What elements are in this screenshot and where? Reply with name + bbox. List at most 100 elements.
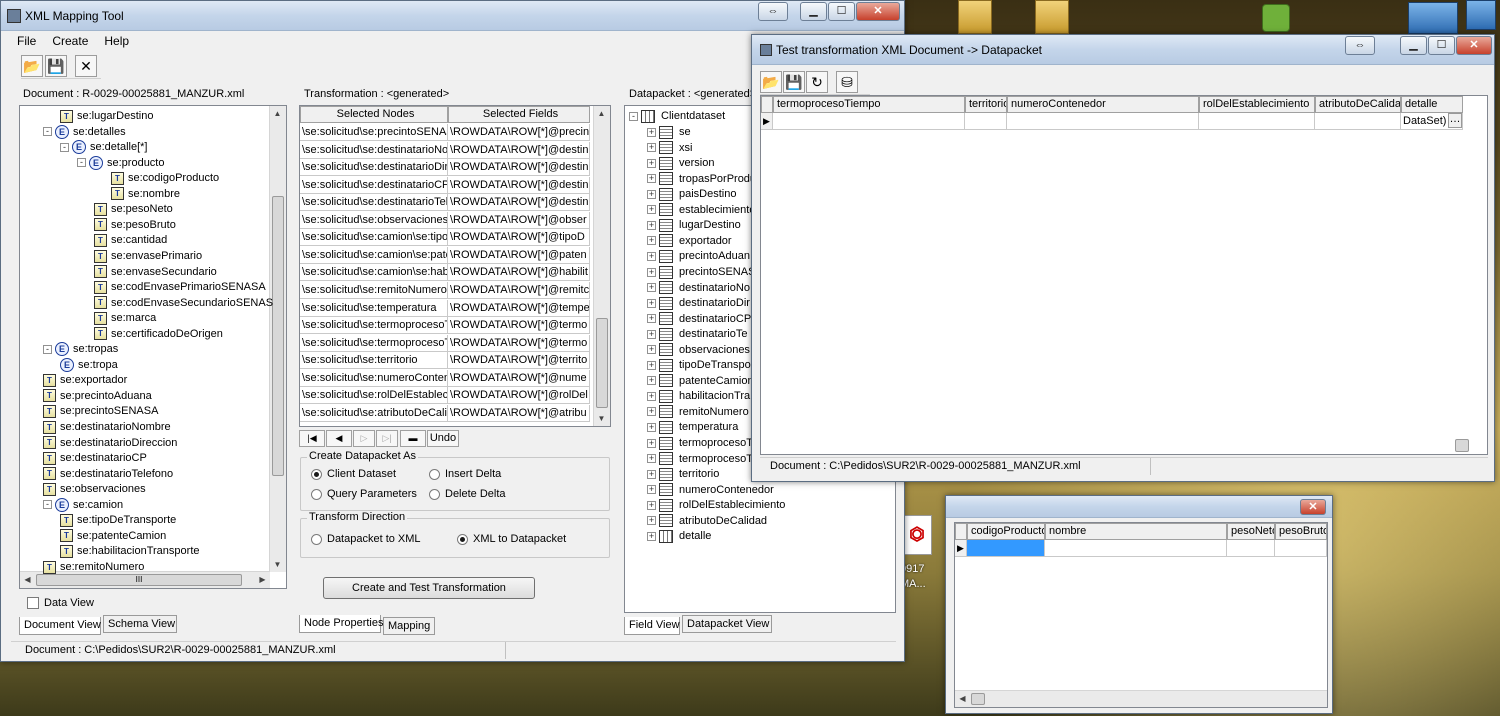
field-item[interactable]: + exportador bbox=[647, 233, 732, 249]
minimize-button[interactable]: ▁ bbox=[800, 2, 827, 21]
save-icon[interactable]: 💾 bbox=[783, 71, 805, 93]
column-header[interactable]: pesoNeto bbox=[1227, 523, 1275, 540]
maximize-button[interactable]: ☐ bbox=[828, 2, 855, 21]
column-header[interactable]: territorio bbox=[965, 96, 1007, 113]
menu-help[interactable]: Help bbox=[96, 32, 137, 48]
radio-dot[interactable] bbox=[429, 468, 440, 480]
column-header[interactable]: termoprocesoTiempo bbox=[773, 96, 965, 113]
field-item[interactable]: + temperatura bbox=[647, 419, 738, 435]
field-item[interactable]: + destinatarioNo bbox=[647, 280, 750, 296]
tree-item[interactable]: Tse:observaciones bbox=[43, 481, 146, 497]
field-item[interactable]: + habilitacionTra bbox=[647, 388, 750, 404]
field-item[interactable]: + tipoDeTranspo bbox=[647, 357, 751, 373]
close-button[interactable]: ✕ bbox=[1456, 36, 1492, 55]
mapping-field-cell[interactable]: \ROWDATA\ROW[*]@territo bbox=[448, 352, 590, 370]
expand-icon[interactable]: + bbox=[647, 158, 656, 168]
main-titlebar[interactable]: XML Mapping Tool ⇔ ▁ ☐ ✕ bbox=[1, 1, 904, 31]
grid-cell[interactable] bbox=[967, 540, 1045, 557]
collapse-icon[interactable]: - bbox=[43, 344, 52, 354]
field-item[interactable]: + precintoAduan bbox=[647, 248, 750, 264]
grid-cell[interactable] bbox=[773, 113, 965, 130]
tree-item[interactable]: Tse:destinatarioTelefono bbox=[43, 466, 173, 482]
detail-grid[interactable]: ▶ codigoProducto nombre pesoNeto pesoBruto ◀ bbox=[954, 522, 1328, 708]
tree-item[interactable]: Ese:tropa bbox=[60, 357, 118, 373]
tree-item[interactable]: Tse:patenteCamion bbox=[60, 528, 166, 544]
mapping-node-cell[interactable]: \se:solicitud\se:camion\se:pate bbox=[300, 246, 448, 264]
tree-item[interactable]: - Ese:detalles bbox=[43, 124, 126, 140]
restore-icon[interactable]: ⇔ bbox=[1345, 36, 1375, 55]
scroll-down-icon[interactable]: ▼ bbox=[270, 557, 285, 572]
mapping-field-cell[interactable]: \ROWDATA\ROW[*]@paten bbox=[448, 246, 590, 264]
expand-icon[interactable]: + bbox=[647, 454, 656, 464]
tree-item[interactable]: Tse:envaseSecundario bbox=[94, 264, 217, 280]
mapping-node-cell[interactable]: \se:solicitud\se:atributoDeCalid bbox=[300, 404, 448, 422]
collapse-icon[interactable]: - bbox=[77, 158, 86, 168]
tree-item[interactable]: - Ese:camion bbox=[43, 497, 123, 513]
expand-icon[interactable]: + bbox=[647, 251, 656, 261]
expand-icon[interactable]: + bbox=[647, 469, 656, 479]
field-item[interactable]: + establecimiento bbox=[647, 202, 755, 218]
field-item[interactable]: + rolDelEstablecimiento bbox=[647, 497, 785, 513]
column-header[interactable]: nombre bbox=[1045, 523, 1227, 540]
grid-cell[interactable] bbox=[1275, 540, 1327, 557]
mapping-node-cell[interactable]: \se:solicitud\se:destinatarioDire bbox=[300, 159, 448, 177]
tree-item[interactable]: Tse:lugarDestino bbox=[60, 108, 153, 124]
expand-icon[interactable]: + bbox=[647, 407, 656, 417]
collapse-icon[interactable]: - bbox=[629, 111, 638, 121]
delete-record-icon[interactable]: ▬ bbox=[400, 430, 426, 447]
field-item[interactable]: + xsi bbox=[647, 140, 692, 156]
mapping-node-cell[interactable]: \se:solicitud\se:territorio bbox=[300, 352, 448, 370]
menu-create[interactable]: Create bbox=[44, 32, 96, 48]
field-item[interactable]: + detalle bbox=[647, 528, 711, 544]
tree-item[interactable]: Tse:pesoNeto bbox=[94, 201, 173, 217]
expand-icon[interactable]: + bbox=[647, 516, 656, 526]
expand-icon[interactable]: + bbox=[647, 360, 656, 370]
scroll-thumb[interactable]: III bbox=[36, 574, 242, 586]
first-record-icon[interactable]: |◀ bbox=[299, 430, 325, 447]
radio-insert-delta[interactable]: Insert Delta bbox=[429, 468, 501, 480]
menu-file[interactable]: File bbox=[9, 32, 44, 48]
mapping-field-cell[interactable]: \ROWDATA\ROW[*]@destin bbox=[448, 176, 590, 194]
tree-item[interactable]: Tse:certificadoDeOrigen bbox=[94, 326, 223, 342]
close-button[interactable]: ✕ bbox=[1300, 499, 1326, 515]
column-header[interactable]: codigoProducto bbox=[967, 523, 1045, 540]
data-view-checkbox[interactable]: Data View bbox=[27, 597, 94, 610]
mapping-vscroll[interactable]: ▲ ▼ bbox=[593, 106, 610, 426]
apply-icon[interactable]: ⛁ bbox=[836, 71, 858, 93]
tree-item[interactable]: Tse:destinatarioCP bbox=[43, 450, 147, 466]
refresh-icon[interactable]: ↻ bbox=[806, 71, 828, 93]
mapping-node-cell[interactable]: \se:solicitud\se:temperatura bbox=[300, 299, 448, 317]
scroll-left-icon[interactable]: ◀ bbox=[955, 691, 970, 706]
save-icon[interactable]: 💾 bbox=[45, 55, 67, 77]
tree-item[interactable]: Tse:codEnvaseSecundarioSENAS bbox=[94, 295, 273, 311]
col-selected-nodes[interactable]: Selected Nodes bbox=[300, 106, 448, 123]
detail-hscroll[interactable]: ◀ bbox=[955, 690, 1327, 707]
mapping-field-cell[interactable]: \ROWDATA\ROW[*]@destin bbox=[448, 194, 590, 212]
field-item[interactable]: + destinatarioTe bbox=[647, 326, 748, 342]
expand-icon[interactable]: + bbox=[647, 174, 656, 184]
tab-field-view[interactable]: Field View bbox=[624, 617, 680, 635]
column-header[interactable]: atributoDeCalidad bbox=[1315, 96, 1401, 113]
close-icon[interactable]: ✕ bbox=[75, 55, 97, 77]
expand-icon[interactable]: + bbox=[647, 267, 656, 277]
scroll-thumb[interactable] bbox=[272, 196, 284, 476]
mapping-node-cell[interactable]: \se:solicitud\se:remitoNumero bbox=[300, 281, 448, 299]
mapping-field-cell[interactable]: \ROWDATA\ROW[*]@nume bbox=[448, 369, 590, 387]
expand-icon[interactable]: + bbox=[647, 345, 656, 355]
radio-dot[interactable] bbox=[457, 533, 468, 545]
collapse-icon[interactable]: - bbox=[43, 500, 52, 510]
mapping-node-cell[interactable]: \se:solicitud\se:destinatarioCP bbox=[300, 176, 448, 194]
next-record-icon[interactable]: ▷ bbox=[353, 430, 375, 447]
folder-icon[interactable] bbox=[1035, 0, 1069, 34]
expand-icon[interactable]: + bbox=[647, 531, 656, 541]
field-item[interactable]: + termoprocesoT bbox=[647, 451, 753, 467]
pdf-file-icon[interactable]: ⏣ bbox=[902, 515, 932, 555]
scroll-up-icon[interactable]: ▲ bbox=[270, 106, 285, 121]
mapping-field-cell[interactable]: \ROWDATA\ROW[*]@termo bbox=[448, 334, 590, 352]
open-folder-icon[interactable]: 📂 bbox=[760, 71, 782, 93]
network-computer-icon[interactable] bbox=[1408, 2, 1458, 34]
column-header[interactable]: detalle bbox=[1401, 96, 1463, 113]
field-item[interactable]: + remitoNumero bbox=[647, 404, 749, 420]
restore-icon[interactable]: ⇔ bbox=[758, 2, 788, 21]
detail-titlebar[interactable]: ✕ bbox=[946, 496, 1332, 518]
